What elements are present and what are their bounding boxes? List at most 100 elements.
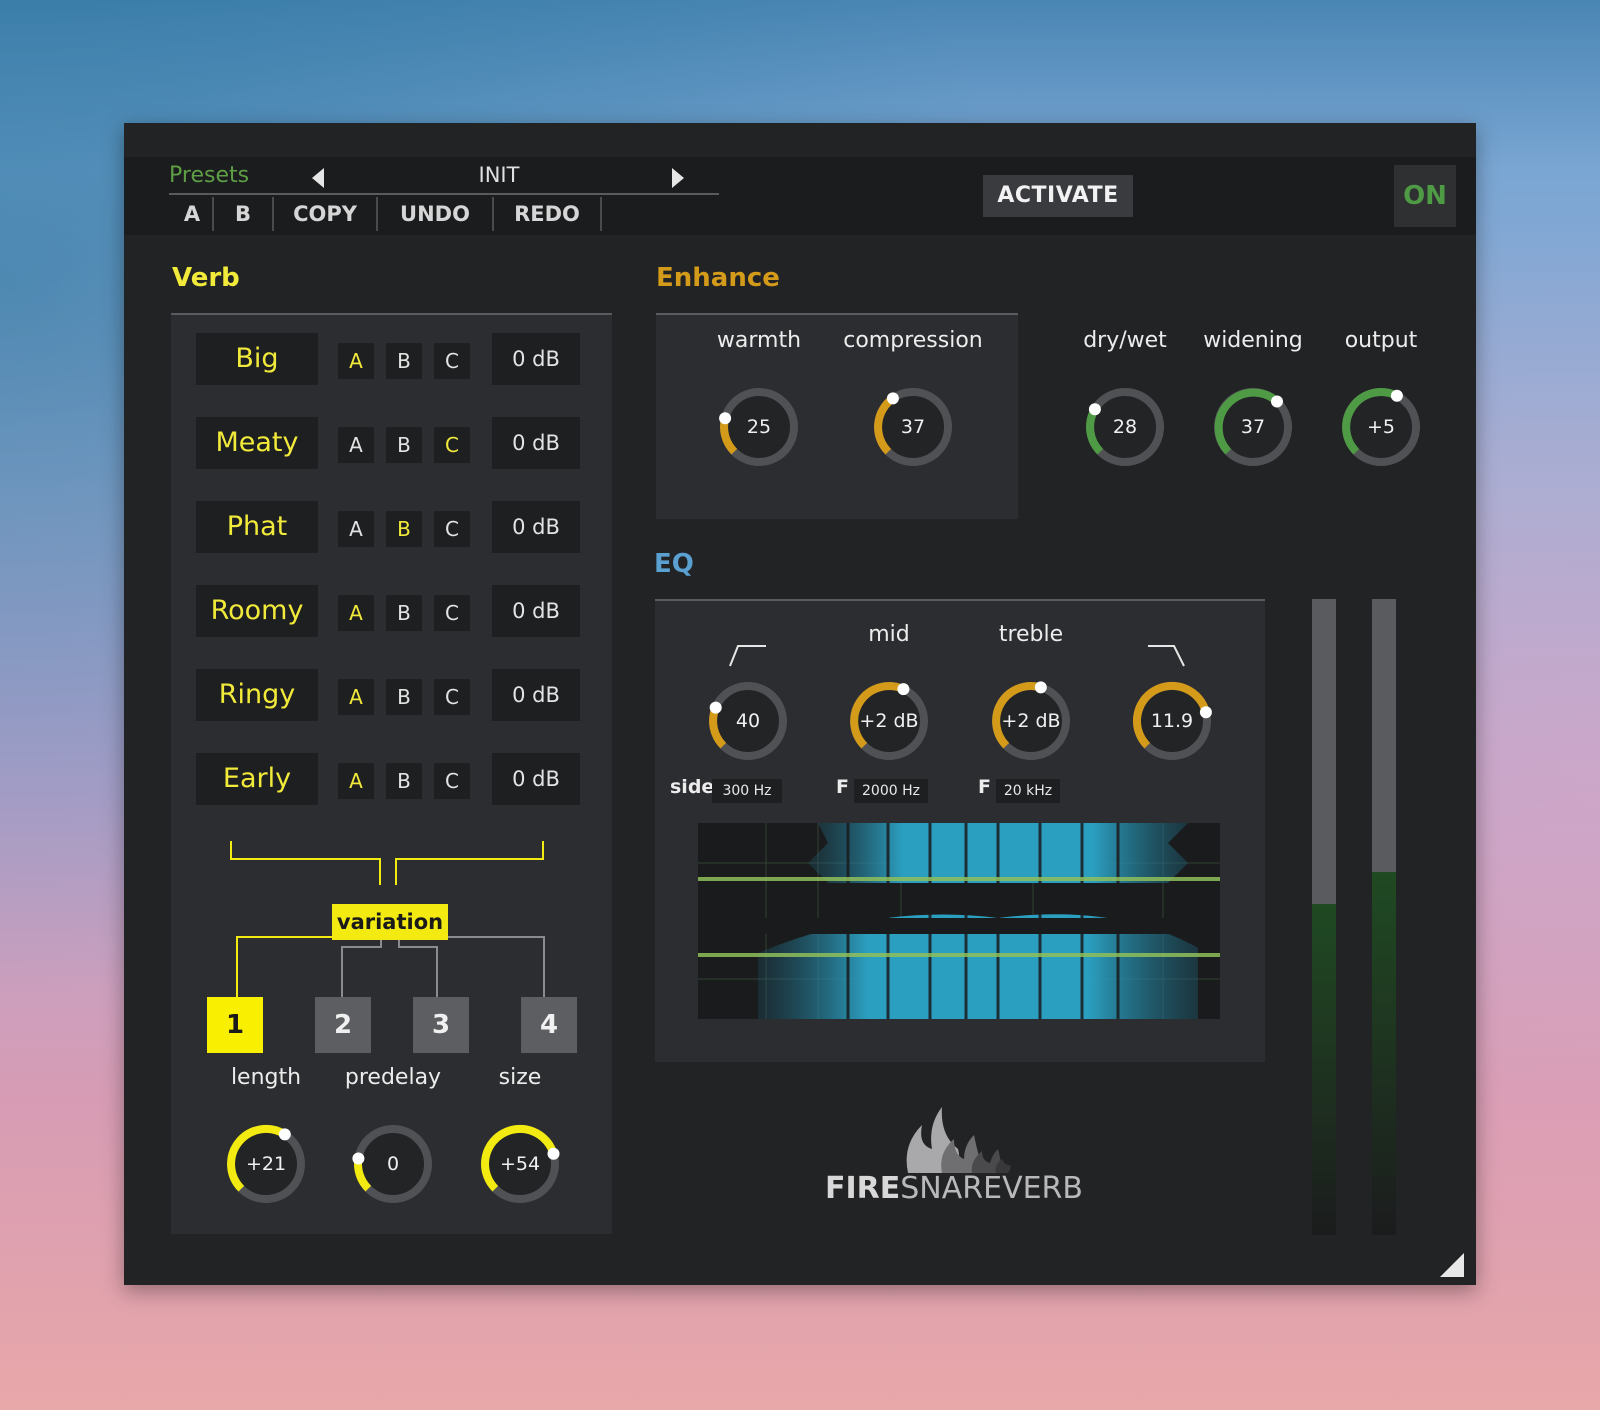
verb-type-button[interactable]: Roomy: [196, 585, 318, 637]
eq-side-frequency-field[interactable]: 300 Hz: [712, 779, 782, 803]
verb-gain-field[interactable]: 0 dB: [492, 333, 580, 385]
verb-row-ringy: Ringy A B C 0 dB: [196, 669, 586, 721]
dry-wet-value: 28: [1112, 416, 1138, 438]
verb-option-b-button[interactable]: B: [386, 679, 422, 715]
verb-type-button[interactable]: Phat: [196, 501, 318, 553]
verb-option-a-button[interactable]: A: [338, 343, 374, 379]
variation-label: variation: [332, 904, 448, 940]
eq-spectrogram: [698, 823, 1220, 1019]
presets-label: Presets: [169, 163, 250, 188]
verb-predelay-value: 0: [386, 1153, 400, 1175]
verb-option-a-button[interactable]: A: [338, 595, 374, 631]
verb-option-c-button[interactable]: C: [434, 511, 470, 547]
verb-option-c-button[interactable]: C: [434, 763, 470, 799]
verb-option-c-button[interactable]: C: [434, 343, 470, 379]
verb-row-meaty: Meaty A B C 0 dB: [196, 417, 586, 469]
verb-size-knob[interactable]: +54: [475, 1119, 565, 1209]
enhance-compression-value: 37: [900, 416, 926, 438]
verb-length-value: +21: [245, 1153, 287, 1175]
power-button[interactable]: ON: [1394, 165, 1456, 227]
enhance-compression-label: compression: [843, 328, 983, 353]
eq-low-cut-value: 40: [735, 710, 761, 732]
eq-high-cut-knob[interactable]: 11.9: [1127, 676, 1217, 766]
eq-treble-frequency-field[interactable]: 20 kHz: [996, 779, 1060, 803]
eq-low-cut-knob[interactable]: 40: [703, 676, 793, 766]
eq-title: EQ: [654, 549, 694, 579]
verb-option-a-button[interactable]: A: [338, 511, 374, 547]
variation-4-button[interactable]: 4: [521, 997, 577, 1053]
verb-option-a-button[interactable]: A: [338, 679, 374, 715]
copy-button[interactable]: COPY: [274, 197, 378, 231]
widening-value: 37: [1240, 416, 1266, 438]
verb-gain-field[interactable]: 0 dB: [492, 669, 580, 721]
highpass-icon: [729, 645, 766, 667]
variation-3-button[interactable]: 3: [413, 997, 469, 1053]
verb-type-button[interactable]: Big: [196, 333, 318, 385]
verb-type-button[interactable]: Meaty: [196, 417, 318, 469]
eq-treble-f-label: F: [978, 776, 991, 798]
enhance-warmth-value: 25: [746, 416, 772, 438]
verb-option-b-button[interactable]: B: [386, 511, 422, 547]
eq-treble-knob[interactable]: +2 dB: [986, 676, 1076, 766]
next-preset-arrow-icon[interactable]: [672, 168, 684, 188]
level-meter-right: [1372, 599, 1396, 1235]
verb-type-button[interactable]: Early: [196, 753, 318, 805]
verb-predelay-knob[interactable]: 0: [348, 1119, 438, 1209]
verb-row-big: Big A B C 0 dB: [196, 333, 586, 385]
verb-option-b-button[interactable]: B: [386, 427, 422, 463]
verb-option-a-button[interactable]: A: [338, 763, 374, 799]
verb-option-a-button[interactable]: A: [338, 427, 374, 463]
eq-treble-label: treble: [998, 622, 1064, 647]
variation-2-button[interactable]: 2: [315, 997, 371, 1053]
enhance-title: Enhance: [656, 263, 780, 293]
verb-option-b-button[interactable]: B: [386, 343, 422, 379]
preset-b-button[interactable]: B: [214, 197, 274, 231]
verb-size-value: +54: [499, 1153, 541, 1175]
verb-type-button[interactable]: Ringy: [196, 669, 318, 721]
activate-button[interactable]: ACTIVATE: [983, 175, 1133, 217]
variation-1-button[interactable]: 1: [207, 997, 263, 1053]
eq-high-cut-value: 11.9: [1150, 710, 1194, 732]
verb-option-c-button[interactable]: C: [434, 595, 470, 631]
eq-mid-f-label: F: [836, 776, 849, 798]
verb-option-b-button[interactable]: B: [386, 595, 422, 631]
verb-title: Verb: [172, 263, 240, 293]
enhance-divider: [656, 313, 1018, 315]
previous-preset-arrow-icon[interactable]: [312, 168, 324, 188]
verb-row-early: Early A B C 0 dB: [196, 753, 586, 805]
preset-name[interactable]: INIT: [334, 163, 664, 187]
eq-divider: [655, 599, 1265, 601]
preset-divider: [169, 193, 719, 195]
verb-size-label: size: [498, 1065, 542, 1090]
verb-gain-field[interactable]: 0 dB: [492, 417, 580, 469]
flame-logo-icon: [906, 1107, 1011, 1173]
verb-option-c-button[interactable]: C: [434, 427, 470, 463]
output-label: output: [1344, 328, 1418, 353]
verb-length-knob[interactable]: +21: [221, 1119, 311, 1209]
output-knob[interactable]: +5: [1336, 382, 1426, 472]
eq-mid-knob[interactable]: +2 dB: [844, 676, 934, 766]
verb-row-roomy: Roomy A B C 0 dB: [196, 585, 586, 637]
preset-a-button[interactable]: A: [172, 197, 214, 231]
resize-handle-icon[interactable]: [1440, 1253, 1464, 1277]
widening-knob[interactable]: 37: [1208, 382, 1298, 472]
verb-gain-field[interactable]: 0 dB: [492, 753, 580, 805]
redo-button[interactable]: REDO: [494, 197, 602, 231]
plugin-window: Presets INIT A B COPY UNDO REDO ACTIVATE…: [124, 123, 1476, 1285]
output-value: +5: [1366, 416, 1395, 438]
eq-side-label: side: [670, 776, 715, 798]
level-meter-left: [1312, 599, 1336, 1235]
eq-mid-frequency-field[interactable]: 2000 Hz: [854, 779, 928, 803]
dry-wet-knob[interactable]: 28: [1080, 382, 1170, 472]
undo-button[interactable]: UNDO: [378, 197, 494, 231]
enhance-warmth-label: warmth: [716, 328, 802, 353]
verb-divider: [171, 313, 612, 315]
verb-row-phat: Phat A B C 0 dB: [196, 501, 586, 553]
verb-option-c-button[interactable]: C: [434, 679, 470, 715]
enhance-warmth-knob[interactable]: 25: [714, 382, 804, 472]
verb-gain-field[interactable]: 0 dB: [492, 585, 580, 637]
verb-option-b-button[interactable]: B: [386, 763, 422, 799]
enhance-compression-knob[interactable]: 37: [868, 382, 958, 472]
product-logo-text: FIRESNAREVERB: [825, 1171, 1083, 1206]
verb-gain-field[interactable]: 0 dB: [492, 501, 580, 553]
